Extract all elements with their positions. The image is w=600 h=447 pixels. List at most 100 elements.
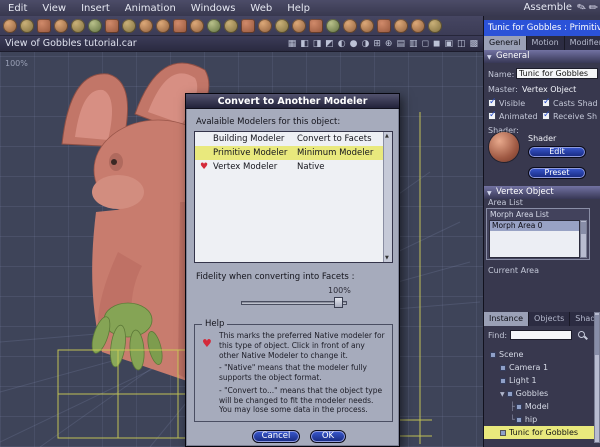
ok-button[interactable]: OK xyxy=(310,430,346,443)
tab-modifier[interactable]: Modifier xyxy=(564,36,600,50)
toolbar-icon[interactable] xyxy=(156,18,170,33)
menu-windows[interactable]: Windows xyxy=(191,3,236,14)
convert-modeler-dialog: Convert to Another Modeler Avalaible Mod… xyxy=(185,93,400,447)
tree-item-gobbles[interactable]: Gobbles xyxy=(484,387,595,400)
toolbar-icon[interactable] xyxy=(258,18,272,33)
name-field[interactable] xyxy=(516,68,598,79)
tree-item-tunic[interactable]: Tunic for Gobbles xyxy=(484,426,600,439)
menu-animation[interactable]: Animation xyxy=(125,3,176,14)
current-area-label: Current Area xyxy=(488,266,539,275)
display-mode-icon[interactable]: ◻ xyxy=(421,36,428,52)
display-mode-icon[interactable]: ◼ xyxy=(433,36,440,52)
tree-scrollbar[interactable] xyxy=(594,312,600,443)
menu-view[interactable]: View xyxy=(42,3,66,14)
fidelity-value: 100% xyxy=(328,286,351,295)
display-mode-icon[interactable]: ⊞ xyxy=(373,36,381,52)
fidelity-slider-thumb[interactable] xyxy=(334,297,343,308)
display-mode-icon[interactable]: ▦ xyxy=(288,36,297,52)
toolbar-icon[interactable] xyxy=(105,18,119,33)
toolbar-icon[interactable] xyxy=(173,18,187,33)
display-mode-icon[interactable]: ◑ xyxy=(362,36,370,52)
toolbar-icon[interactable] xyxy=(88,18,102,33)
display-mode-icon[interactable]: ▣ xyxy=(444,36,453,52)
find-input[interactable] xyxy=(510,330,572,340)
menu-insert[interactable]: Insert xyxy=(81,3,110,14)
display-mode-icon[interactable]: ⊕ xyxy=(385,36,393,52)
display-mode-icon[interactable]: ◩ xyxy=(325,36,334,52)
toolbar-icon[interactable] xyxy=(377,18,391,33)
toolbar-icon[interactable] xyxy=(394,18,408,33)
tree-item-light[interactable]: Light 1 xyxy=(484,374,595,387)
tab-instance[interactable]: Instance xyxy=(484,312,530,326)
scroll-down-icon[interactable]: ▼ xyxy=(385,255,389,261)
tree-label: hip xyxy=(524,415,538,424)
menu-web[interactable]: Web xyxy=(250,3,272,14)
shader-preview-sphere[interactable] xyxy=(489,132,519,162)
toolbar-icon[interactable] xyxy=(275,18,289,33)
tab-general[interactable]: General xyxy=(484,36,527,50)
toolbar-icon[interactable] xyxy=(292,18,306,33)
receive-shadows-checkbox[interactable] xyxy=(542,110,551,120)
display-mode-icon[interactable]: ▤ xyxy=(396,36,405,52)
pencil-icon[interactable]: ✎ xyxy=(575,0,588,15)
scroll-up-icon[interactable]: ▲ xyxy=(385,133,389,139)
tree-item-camera[interactable]: Camera 1 xyxy=(484,361,595,374)
toolbar-icon[interactable] xyxy=(37,18,51,33)
display-mode-icon[interactable]: ▩ xyxy=(469,36,478,52)
visible-checkbox[interactable] xyxy=(488,97,497,107)
morph-list-scrollbar[interactable] xyxy=(580,220,587,258)
fidelity-slider-track[interactable] xyxy=(241,301,347,305)
modeler-row-building[interactable]: Building Modeler Convert to Facets xyxy=(195,132,392,146)
display-mode-icon[interactable]: ◐ xyxy=(338,36,346,52)
casts-shadows-label: Casts Shad xyxy=(553,99,598,108)
room-mode-label: Assemble xyxy=(523,2,572,13)
shader-name: Shader xyxy=(528,134,557,143)
pen-icon[interactable]: ✎ xyxy=(586,0,600,15)
tab-motion[interactable]: Motion xyxy=(526,36,565,50)
animated-label: Animated xyxy=(499,112,538,121)
modeler-list-scrollbar[interactable]: ▲ ▼ xyxy=(383,132,392,262)
menu-help[interactable]: Help xyxy=(287,3,310,14)
section-general[interactable]: General xyxy=(484,50,600,64)
morph-area-list[interactable]: Morph Area 0 xyxy=(489,220,580,258)
shader-preset-button[interactable]: Preset xyxy=(528,167,586,179)
tree-item-model[interactable]: Model xyxy=(484,400,595,413)
toolbar-icon[interactable] xyxy=(122,18,136,33)
tree-item-hip[interactable]: hip xyxy=(484,413,595,426)
animated-checkbox[interactable] xyxy=(488,110,497,120)
toolbar-icon[interactable] xyxy=(207,18,221,33)
toolbar-icon[interactable] xyxy=(241,18,255,33)
toolbar-icon[interactable] xyxy=(54,18,68,33)
casts-shadows-checkbox[interactable] xyxy=(542,97,551,107)
modeler-row-vertex[interactable]: ♥ Vertex Modeler Native xyxy=(195,160,392,174)
toolbar-icon[interactable] xyxy=(360,18,374,33)
toolbar-icon[interactable] xyxy=(20,18,34,33)
tree-label: Tunic for Gobbles xyxy=(509,428,579,437)
native-heart-icon[interactable]: ♥ xyxy=(195,162,213,172)
toolbar-icon[interactable] xyxy=(71,18,85,33)
toolbar-icon[interactable] xyxy=(411,18,425,33)
menu-edit[interactable]: Edit xyxy=(8,3,27,14)
display-mode-icon[interactable]: ● xyxy=(350,36,358,52)
toolbar-icon[interactable] xyxy=(224,18,238,33)
search-icon[interactable] xyxy=(578,331,585,338)
display-mode-icon[interactable]: ◧ xyxy=(300,36,309,52)
tree-item-scene[interactable]: Scene xyxy=(484,348,595,361)
toolbar-icon[interactable] xyxy=(139,18,153,33)
tree-label: Model xyxy=(524,402,549,411)
display-mode-icon[interactable]: ▥ xyxy=(409,36,418,52)
morph-area-item[interactable]: Morph Area 0 xyxy=(490,221,579,231)
toolbar-icon[interactable] xyxy=(428,18,442,33)
display-mode-icon[interactable]: ◨ xyxy=(313,36,322,52)
toolbar-icon[interactable] xyxy=(190,18,204,33)
modeler-row-primitive[interactable]: Primitive Modeler Minimum Modeler xyxy=(195,146,392,160)
toolbar-icon[interactable] xyxy=(326,18,340,33)
tab-objects[interactable]: Objects xyxy=(529,312,571,326)
toolbar-icon[interactable] xyxy=(343,18,357,33)
toolbar-icon[interactable] xyxy=(309,18,323,33)
mesh-icon xyxy=(500,429,506,436)
toolbar-icon[interactable] xyxy=(3,18,17,33)
shader-edit-button[interactable]: Edit xyxy=(528,146,586,158)
cancel-button[interactable]: Cancel xyxy=(252,430,300,443)
display-mode-icon[interactable]: ◫ xyxy=(457,36,466,52)
